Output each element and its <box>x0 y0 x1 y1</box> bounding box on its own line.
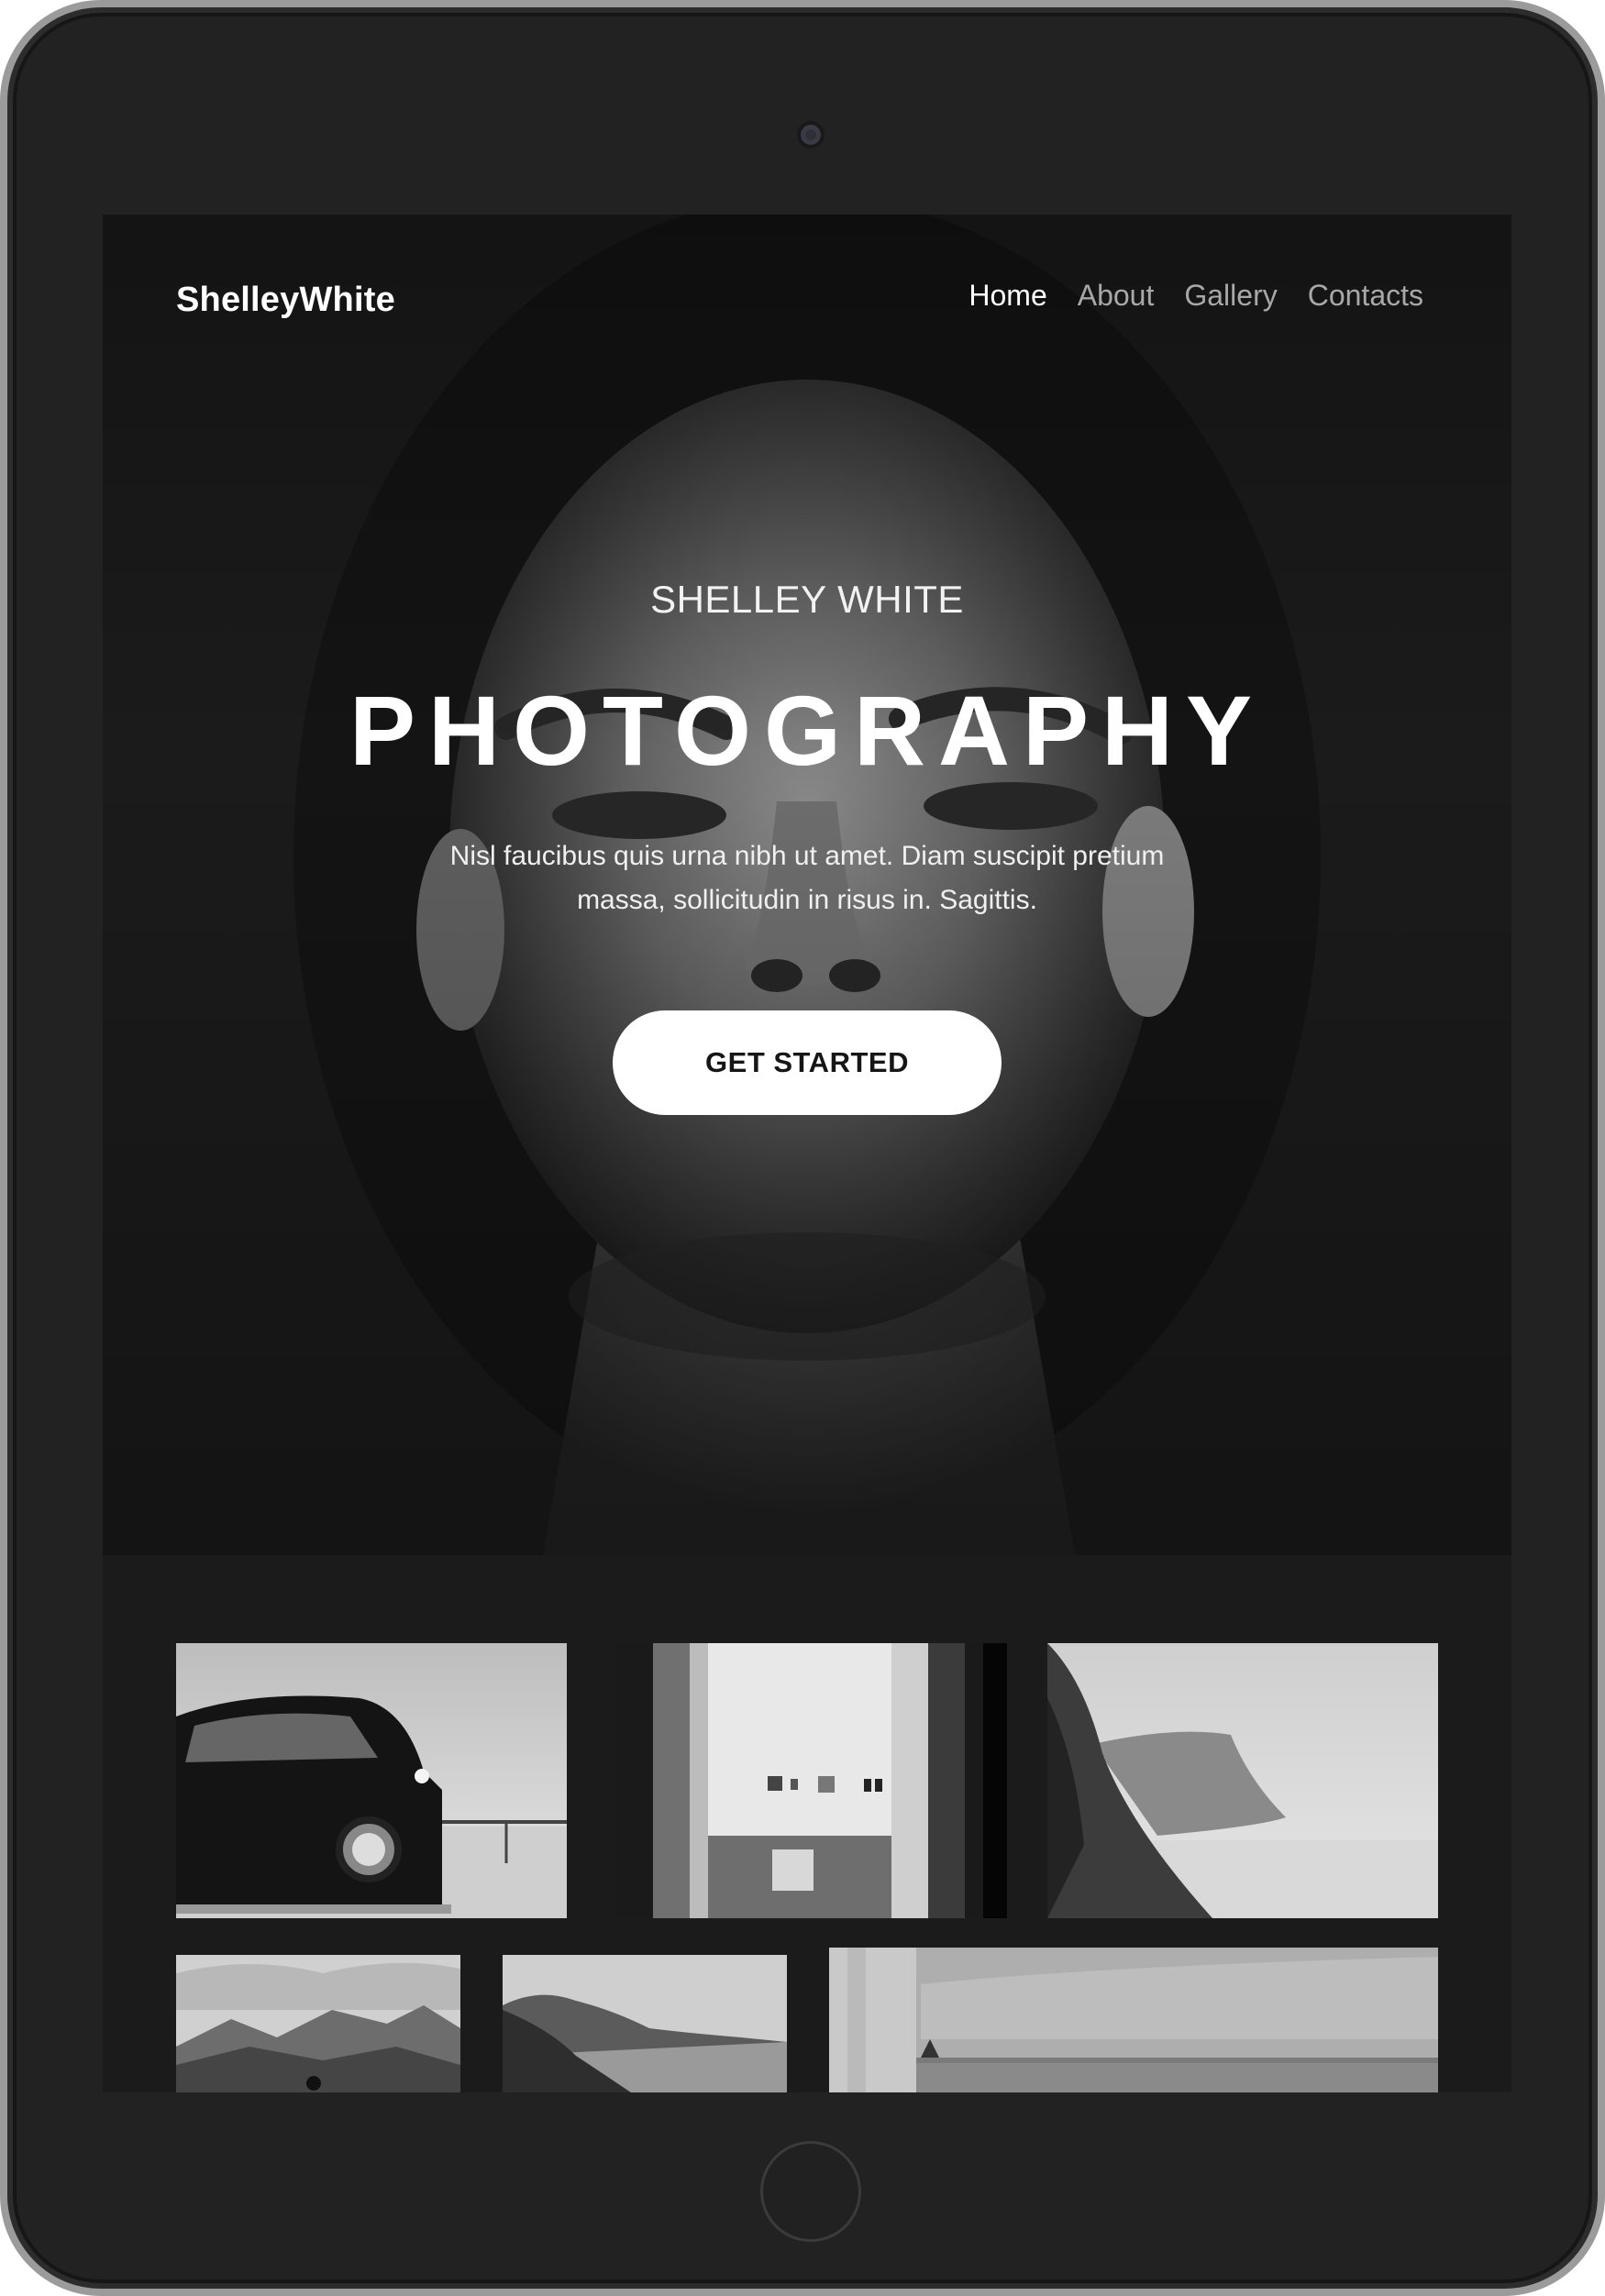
hero-title: PHOTOGRAPHY <box>349 675 1266 786</box>
coastal-cliff-photo[interactable] <box>1047 1643 1438 1918</box>
gallery-interior-photo[interactable] <box>616 1643 1007 1918</box>
website-screen: ShelleyWhite Home About Gallery Contacts… <box>103 215 1511 2092</box>
gallery-section <box>103 1555 1511 2092</box>
lake-photo[interactable] <box>503 1955 787 2092</box>
hero-subtitle: SHELLEY WHITE <box>650 578 964 621</box>
home-button[interactable] <box>760 2141 861 2242</box>
hero-section: ShelleyWhite Home About Gallery Contacts… <box>103 215 1511 1555</box>
nav-contacts[interactable]: Contacts <box>1308 279 1423 313</box>
hero-description: Nisl faucibus quis urna nibh ut amet. Di… <box>449 841 1165 915</box>
main-nav: Home About Gallery Contacts <box>969 279 1423 313</box>
mountains-photo[interactable] <box>176 1955 460 2092</box>
nav-home[interactable]: Home <box>969 279 1046 313</box>
nav-about[interactable]: About <box>1078 279 1155 313</box>
concrete-wall-photo[interactable] <box>829 1948 1438 2092</box>
car-photo[interactable] <box>176 1643 567 1918</box>
site-logo[interactable]: ShelleyWhite <box>176 281 395 320</box>
nav-gallery[interactable]: Gallery <box>1184 279 1277 313</box>
camera-icon <box>797 121 825 149</box>
get-started-button[interactable]: GET STARTED <box>613 1010 1002 1115</box>
tablet-frame: ShelleyWhite Home About Gallery Contacts… <box>0 0 1605 2296</box>
